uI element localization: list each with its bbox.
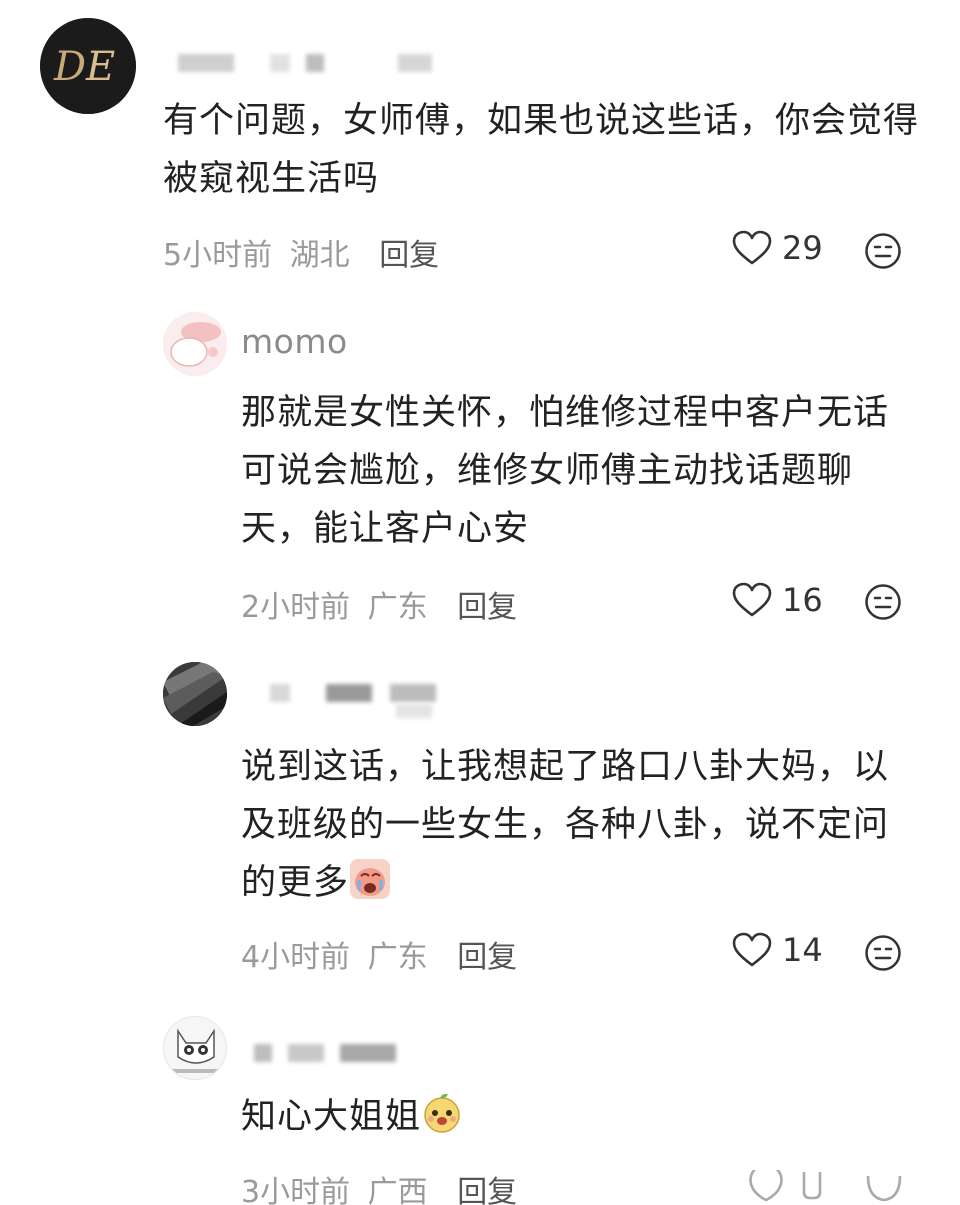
like-button[interactable]: 29 (732, 229, 823, 267)
comment-meta: 2小时前 广东 回复 (241, 582, 517, 626)
heart-outline-icon (732, 230, 772, 265)
avatar-image (163, 662, 227, 726)
comment-meta: 3小时前 广西 回复 (241, 1167, 517, 1205)
neutral-face-icon (865, 233, 901, 269)
reply-button[interactable]: 回复 (379, 238, 439, 273)
location: 湖北 (289, 238, 350, 273)
like-count: 29 (782, 229, 823, 267)
like-button[interactable]: 16 (732, 581, 823, 619)
timestamp: 5小时前 (163, 238, 273, 273)
reply-button[interactable]: 回复 (457, 1175, 517, 1205)
avatar-image (163, 312, 227, 376)
comment-meta: 5小时前 湖北 回复 (163, 230, 439, 274)
comment-text: 那就是女性关怀，怕维修过程中客户无话可说会尴尬，维修女师傅主动找话题聊天，能让客… (241, 393, 890, 549)
like-count: 14 (782, 931, 823, 969)
timestamp: 3小时前 (241, 1175, 351, 1205)
crying-face-emoji (349, 858, 391, 918)
heart-outline-icon (749, 1170, 822, 1202)
comment-text-body: 说到这话，让我想起了路口八卦大妈，以及班级的一些女生，各种八卦，说不定问的更多 (241, 747, 890, 903)
logo-de-icon: D E (40, 18, 136, 114)
react-button[interactable] (864, 232, 902, 274)
react-button[interactable] (864, 583, 902, 625)
neutral-face-icon (865, 935, 901, 971)
reply-button[interactable]: 回复 (457, 590, 517, 625)
react-button[interactable] (864, 1172, 904, 1205)
avatar[interactable] (163, 312, 227, 376)
comment-meta: 4小时前 广东 回复 (241, 932, 517, 976)
comment-text: 知心大姐姐 (241, 1088, 921, 1152)
timestamp: 2小时前 (241, 590, 351, 625)
smiling-face-emoji (421, 1092, 463, 1152)
like-button[interactable] (732, 1170, 852, 1205)
react-button[interactable] (864, 934, 902, 976)
heart-outline-icon (732, 932, 772, 967)
comment-text-body: 知心大姐姐 (241, 1097, 422, 1137)
avatar-image (164, 1017, 226, 1079)
location: 广西 (367, 1175, 428, 1205)
neutral-face-icon (865, 584, 901, 620)
comment-text: 有个问题，女师傅，如果也说这些话，你会觉得被窥视生活吗 (163, 101, 920, 199)
avatar[interactable] (163, 1016, 227, 1080)
svg-text:D: D (53, 44, 86, 90)
avatar[interactable]: D E (40, 18, 136, 114)
reply-button[interactable]: 回复 (457, 940, 517, 975)
location: 广东 (367, 590, 428, 625)
heart-outline-icon (732, 582, 772, 617)
neutral-face-icon (866, 1175, 902, 1202)
like-button[interactable]: 14 (732, 931, 823, 969)
like-count: 16 (782, 581, 823, 619)
username[interactable]: momo (241, 322, 348, 361)
avatar[interactable] (163, 662, 227, 726)
comment-text: 说到这话，让我想起了路口八卦大妈，以及班级的一些女生，各种八卦，说不定问的更多 (241, 738, 921, 918)
location: 广东 (367, 940, 428, 975)
timestamp: 4小时前 (241, 940, 351, 975)
svg-text:E: E (85, 44, 115, 90)
